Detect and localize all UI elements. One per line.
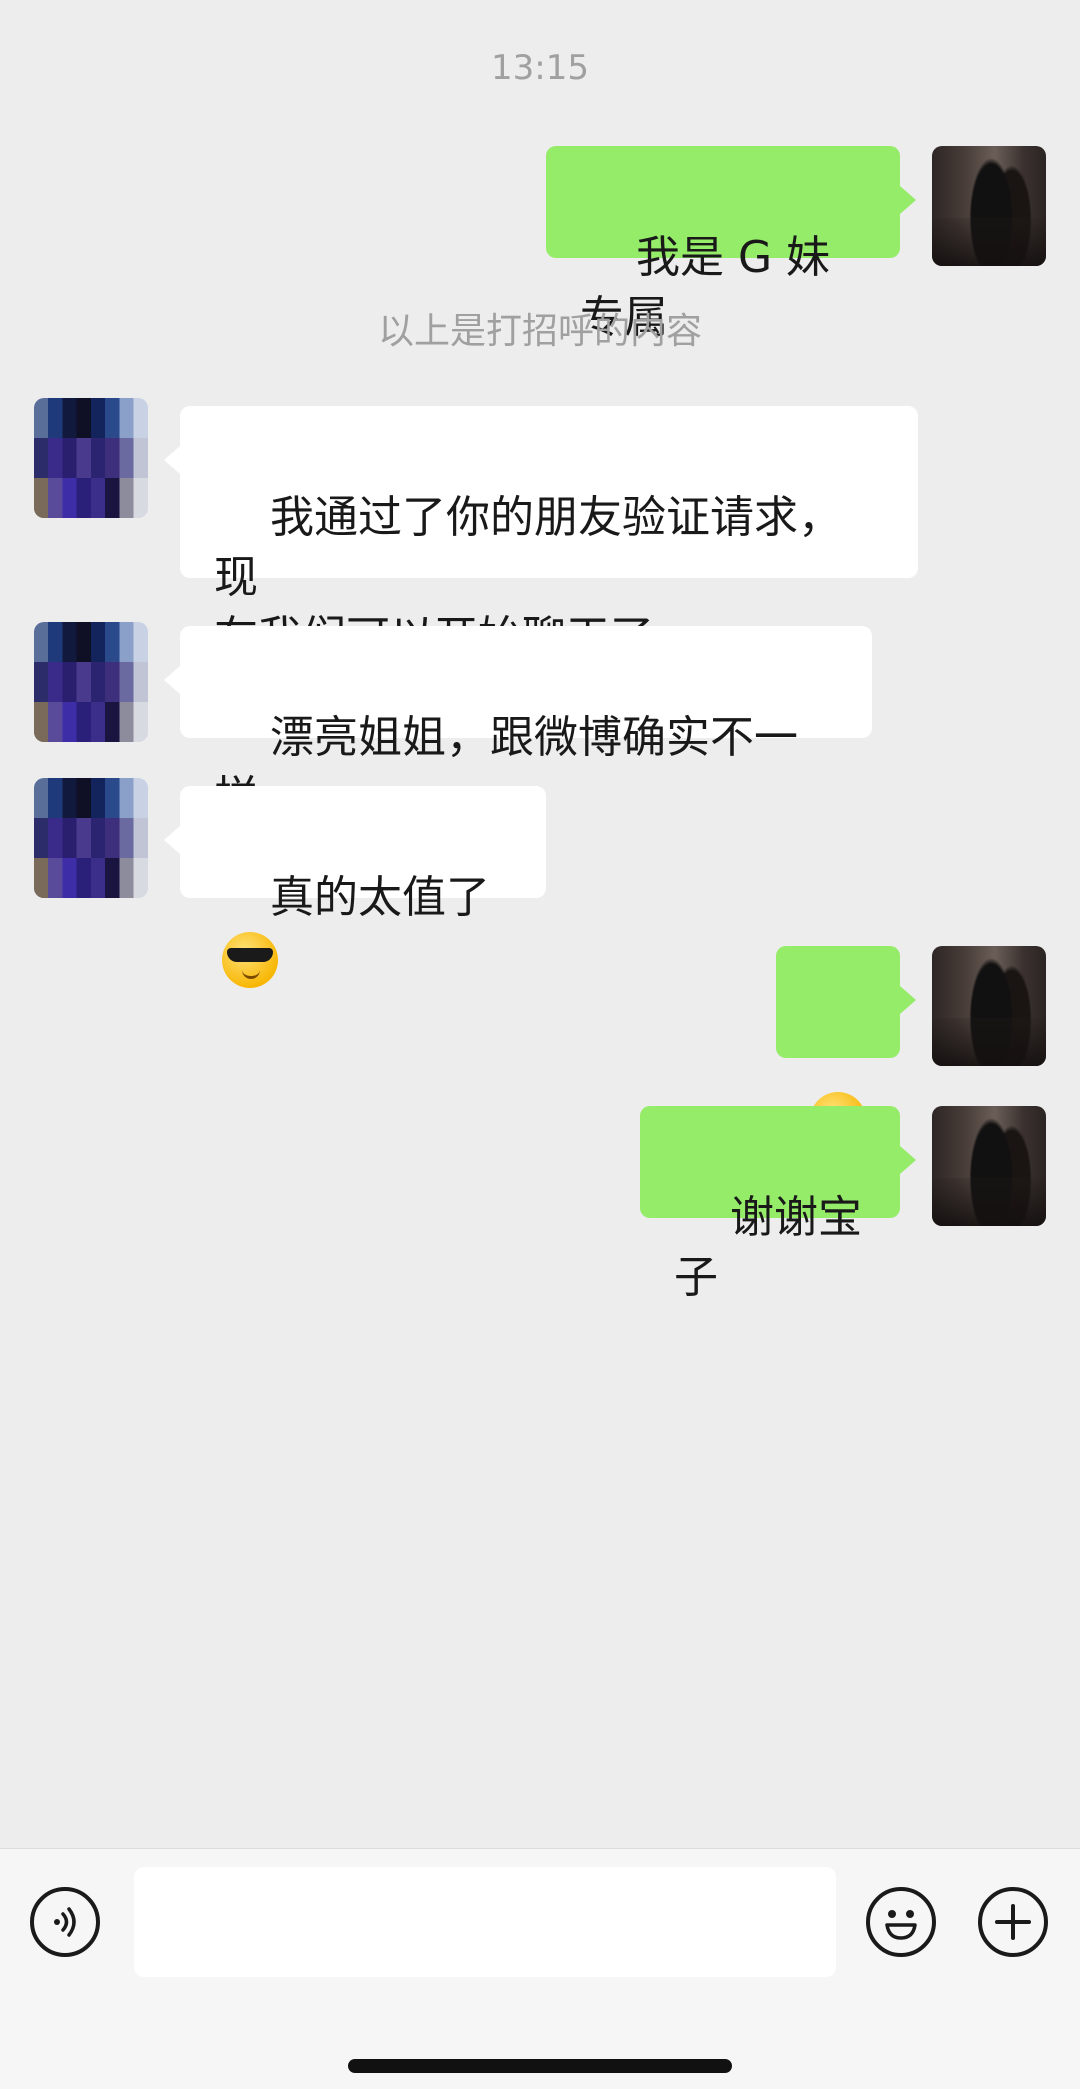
emoji-button[interactable] bbox=[866, 1887, 936, 1957]
contact-avatar[interactable] bbox=[34, 398, 148, 518]
message-bubble-sent[interactable] bbox=[776, 946, 916, 1148]
message-bubble-received[interactable]: 漂亮姐姐，跟微博确实不一样 bbox=[164, 626, 872, 823]
message-bubble-received[interactable]: 我通过了你的朋友验证请求，现 在我们可以开始聊天了 bbox=[164, 406, 918, 663]
message-bubble-sent[interactable]: 我是 G 妹专属 bbox=[546, 146, 916, 343]
message-timestamp: 13:15 bbox=[491, 48, 589, 88]
message-bubble-received[interactable]: 真的太值了 bbox=[164, 786, 546, 988]
my-avatar[interactable] bbox=[932, 946, 1046, 1066]
my-avatar[interactable] bbox=[932, 146, 1046, 266]
message-text: 真的太值了 bbox=[269, 872, 490, 923]
chat-area[interactable]: 13:15 我是 G 妹专属 以上是打招呼的内容 我通过了你的朋友验证请求，现 … bbox=[0, 0, 1080, 1848]
message-input[interactable] bbox=[134, 1867, 836, 1977]
voice-input-button[interactable] bbox=[30, 1887, 100, 1957]
message-bubble-sent[interactable]: 谢谢宝子 bbox=[640, 1106, 916, 1303]
add-more-button[interactable] bbox=[978, 1887, 1048, 1957]
system-message: 以上是打招呼的内容 bbox=[377, 311, 702, 352]
emoji-icon bbox=[885, 1910, 917, 1940]
my-avatar[interactable] bbox=[932, 1106, 1046, 1226]
home-indicator[interactable] bbox=[348, 2059, 732, 2073]
contact-avatar[interactable] bbox=[34, 622, 148, 742]
input-bar bbox=[0, 1848, 1080, 2089]
contact-avatar[interactable] bbox=[34, 778, 148, 898]
plus-icon bbox=[995, 1904, 1031, 1940]
voice-input-icon bbox=[54, 1907, 76, 1937]
message-text: 谢谢宝子 bbox=[674, 1192, 862, 1303]
smiling-face-with-sunglasses-icon bbox=[222, 932, 278, 988]
